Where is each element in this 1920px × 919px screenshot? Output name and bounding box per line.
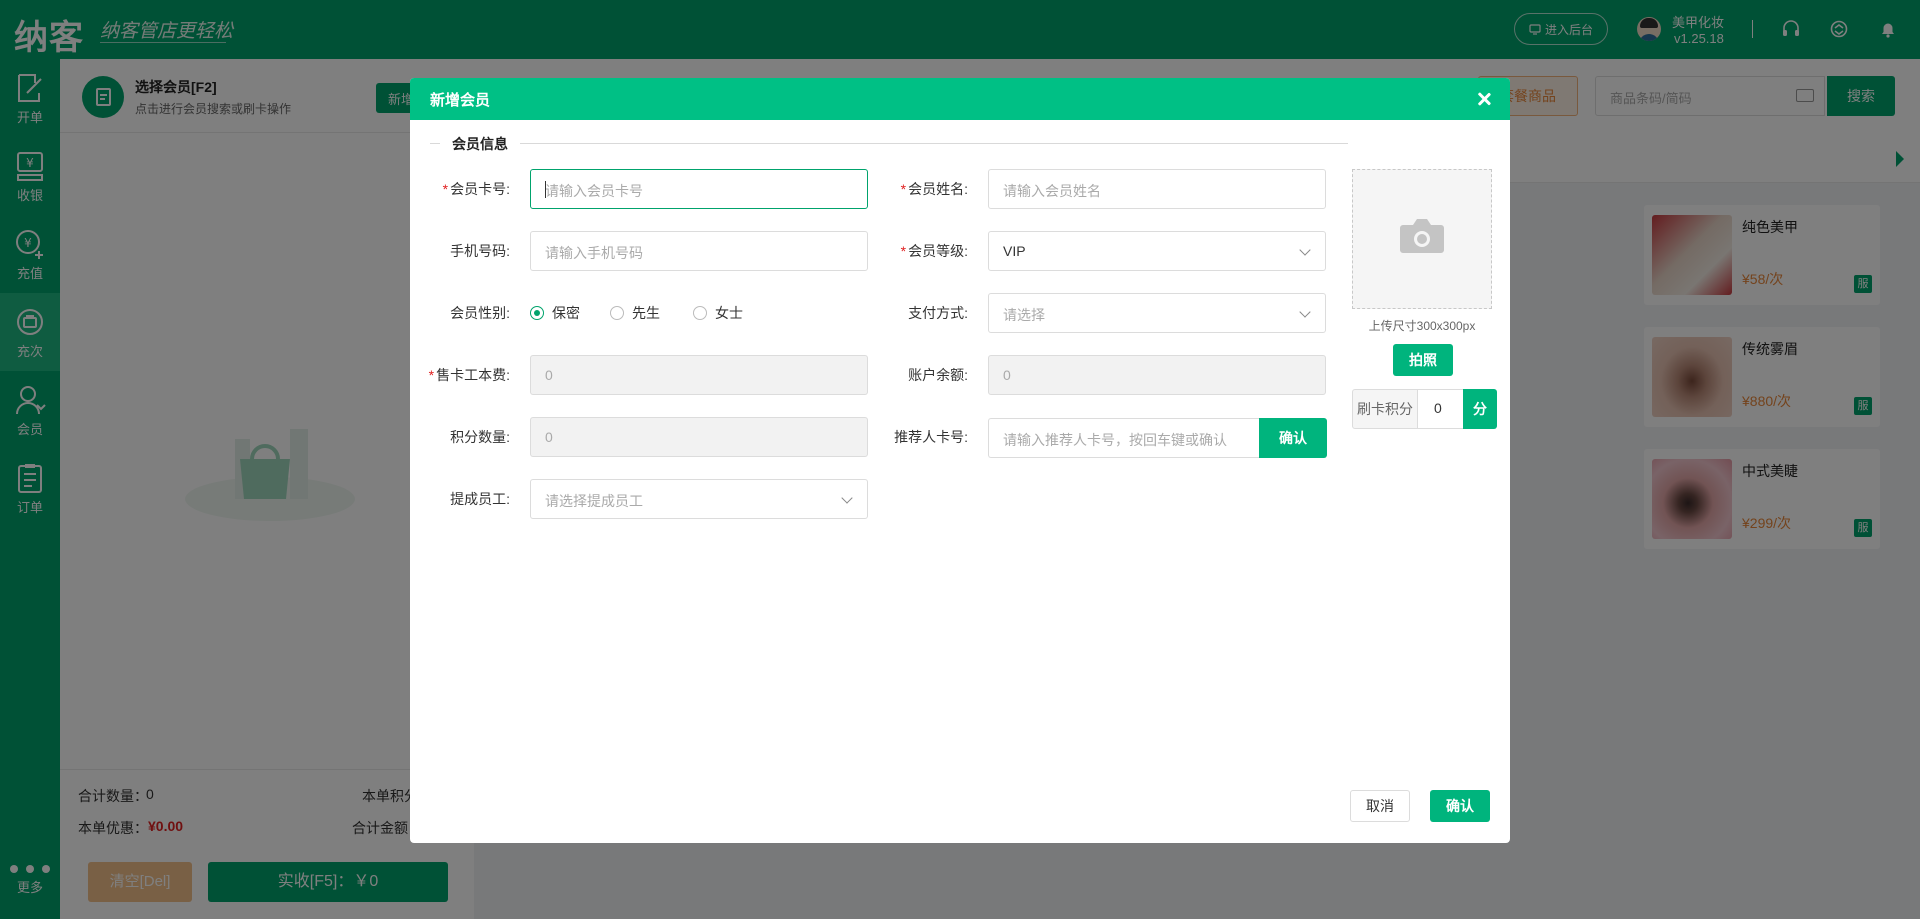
card-no-label: * 会员卡号: <box>442 181 510 197</box>
dialog-title: 新增会员 <box>430 92 491 109</box>
card-fee-value: 0 <box>545 367 553 383</box>
referrer-label: 推荐人卡号: <box>894 429 968 445</box>
chevron-down-icon <box>1299 306 1311 318</box>
referrer-input[interactable]: 请输入推荐人卡号，按回车键或确认 <box>988 418 1260 458</box>
take-photo-button[interactable]: 拍照 <box>1393 344 1453 376</box>
confirm-button[interactable]: 确认 <box>1430 790 1490 822</box>
required-mark: * <box>428 367 435 383</box>
gender-radio-ms[interactable]: 女士 <box>693 303 743 323</box>
level-select[interactable]: VIP <box>988 231 1326 271</box>
balance-value: 0 <box>1003 367 1011 383</box>
radio-dot <box>610 306 624 320</box>
name-placeholder: 请输入会员姓名 <box>1003 183 1101 199</box>
phone-input[interactable]: 请输入手机号码 <box>530 231 868 271</box>
section-divider <box>430 143 1348 144</box>
points-value: 0 <box>545 429 553 445</box>
radio-label: 先生 <box>632 305 660 321</box>
pay-method-select[interactable]: 请选择 <box>988 293 1326 333</box>
pay-method-label: 支付方式: <box>908 305 968 321</box>
referrer-placeholder: 请输入推荐人卡号，按回车键或确认 <box>1003 432 1227 448</box>
balance-label: 账户余额: <box>908 367 968 383</box>
phone-label: 手机号码: <box>450 243 510 259</box>
text-caret <box>545 181 546 198</box>
points-label: 积分数量: <box>450 429 510 445</box>
upload-size-tip: 上传尺寸300x300px <box>1368 319 1476 333</box>
balance-input: 0 <box>988 355 1326 395</box>
add-member-dialog: 新增会员 会员信息 * 会员卡号: 请输入会员卡号 * 会员姓名: 请输入会员姓名 … <box>410 78 1510 843</box>
name-input[interactable]: 请输入会员姓名 <box>988 169 1326 209</box>
swipe-points-label: 刷卡积分 <box>1352 389 1418 429</box>
required-mark: * <box>900 181 907 197</box>
gender-radio-secret[interactable]: 保密 <box>530 303 580 323</box>
staff-placeholder: 请选择提成员工 <box>545 493 643 509</box>
required-mark: * <box>442 181 449 197</box>
card-no-input[interactable]: 请输入会员卡号 <box>530 169 868 209</box>
required-mark: * <box>900 243 907 259</box>
gender-radio-mr[interactable]: 先生 <box>610 303 660 323</box>
radio-label: 保密 <box>552 305 580 321</box>
phone-placeholder: 请输入手机号码 <box>545 245 643 261</box>
level-label: * 会员等级: <box>900 243 968 259</box>
points-input: 0 <box>530 417 868 457</box>
cancel-button[interactable]: 取消 <box>1350 790 1410 822</box>
section-title: 会员信息 <box>440 134 520 154</box>
level-value: VIP <box>1003 243 1026 259</box>
staff-select[interactable]: 请选择提成员工 <box>530 479 868 519</box>
camera-icon <box>1400 219 1444 253</box>
radio-dot <box>530 306 544 320</box>
staff-label: 提成员工: <box>450 491 510 507</box>
chevron-down-icon <box>841 492 853 504</box>
radio-dot <box>693 306 707 320</box>
swipe-points-unit: 分 <box>1463 389 1497 429</box>
radio-label: 女士 <box>715 305 743 321</box>
close-icon[interactable] <box>1474 89 1494 109</box>
chevron-down-icon <box>1299 244 1311 256</box>
photo-upload-area[interactable] <box>1352 169 1492 309</box>
swipe-points-input[interactable]: 0 <box>1418 389 1464 429</box>
pay-method-placeholder: 请选择 <box>1003 307 1045 323</box>
gender-label: 会员性别: <box>450 305 510 321</box>
card-fee-input: 0 <box>530 355 868 395</box>
referrer-confirm-button[interactable]: 确认 <box>1259 418 1327 458</box>
dialog-header: 新增会员 <box>410 78 1510 120</box>
card-no-placeholder: 请输入会员卡号 <box>545 183 643 199</box>
card-fee-label: * 售卡工本费: <box>428 367 510 383</box>
name-label: * 会员姓名: <box>900 181 968 197</box>
